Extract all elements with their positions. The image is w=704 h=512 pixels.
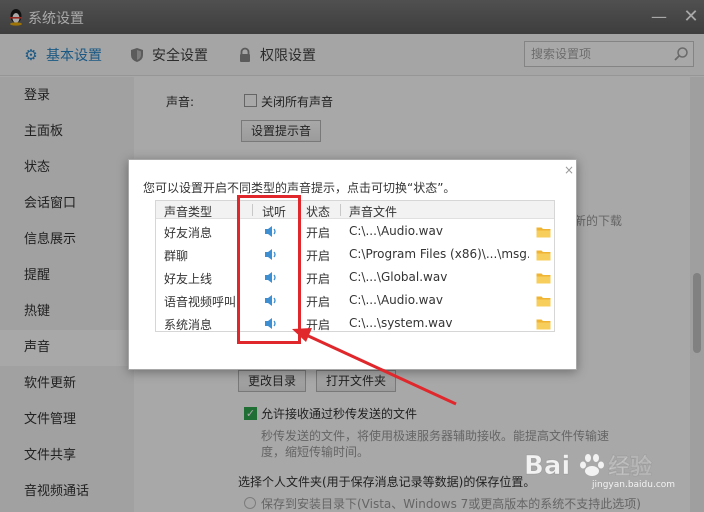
dialog-description: 您可以设置开启不同类型的声音提示，点击可切换“状态”。	[143, 181, 456, 195]
folder-icon[interactable]	[536, 295, 551, 307]
settings-window: 系统设置 — ✕ ⚙ 基本设置 安全设置 权限设置 搜索设置项 登录 主面板 状…	[0, 0, 704, 512]
row-sound-type: 好友上线	[164, 272, 213, 286]
close-icon[interactable]: ×	[563, 164, 575, 176]
table-row[interactable]: 好友消息 开启 C:\...\Audio.wav	[156, 220, 554, 243]
row-sound-type: 好友消息	[164, 226, 213, 240]
table-row[interactable]: 好友上线 开启 C:\...\Global.wav	[156, 266, 554, 289]
header-sound-file: 声音文件	[349, 205, 398, 219]
svg-text:Bai: Bai	[524, 451, 570, 481]
folder-icon[interactable]	[536, 226, 551, 238]
svg-text:经验: 经验	[608, 454, 652, 480]
row-status[interactable]: 开启	[306, 224, 330, 241]
header-sound-type: 声音类型	[164, 205, 213, 219]
header-divider	[340, 204, 341, 216]
folder-icon[interactable]	[536, 249, 551, 261]
folder-icon[interactable]	[536, 272, 551, 284]
table-header: 声音类型 试听 状态 声音文件	[156, 201, 554, 219]
table-row[interactable]: 语音视频呼叫 开启 C:\...\Audio.wav	[156, 289, 554, 312]
row-status[interactable]: 开启	[306, 270, 330, 287]
folder-icon[interactable]	[536, 318, 551, 330]
row-status[interactable]: 开启	[306, 293, 330, 310]
header-status: 状态	[306, 205, 331, 219]
row-sound-type: 群聊	[164, 249, 189, 263]
row-sound-file: C:\...\Audio.wav	[349, 293, 443, 307]
row-sound-type: 系统消息	[164, 318, 213, 332]
sound-table: 声音类型 试听 状态 声音文件 好友消息 开启 C:\...\Audio.wav…	[155, 200, 555, 332]
table-row[interactable]: 群聊 开启 C:\Program Files (x86)\...\msg.wav	[156, 243, 554, 266]
baidu-jingyan-watermark: Bai 经验 jingyan.baidu.com	[524, 451, 675, 490]
svg-text:jingyan.baidu.com: jingyan.baidu.com	[591, 480, 675, 490]
row-sound-file: C:\...\Audio.wav	[349, 224, 443, 238]
annotation-arrow	[292, 328, 457, 406]
row-sound-type: 语音视频呼叫	[164, 295, 237, 309]
row-status[interactable]: 开启	[306, 247, 330, 264]
row-sound-file: C:\...\Global.wav	[349, 270, 448, 284]
row-sound-file: C:\Program Files (x86)\...\msg.wav	[349, 247, 529, 261]
